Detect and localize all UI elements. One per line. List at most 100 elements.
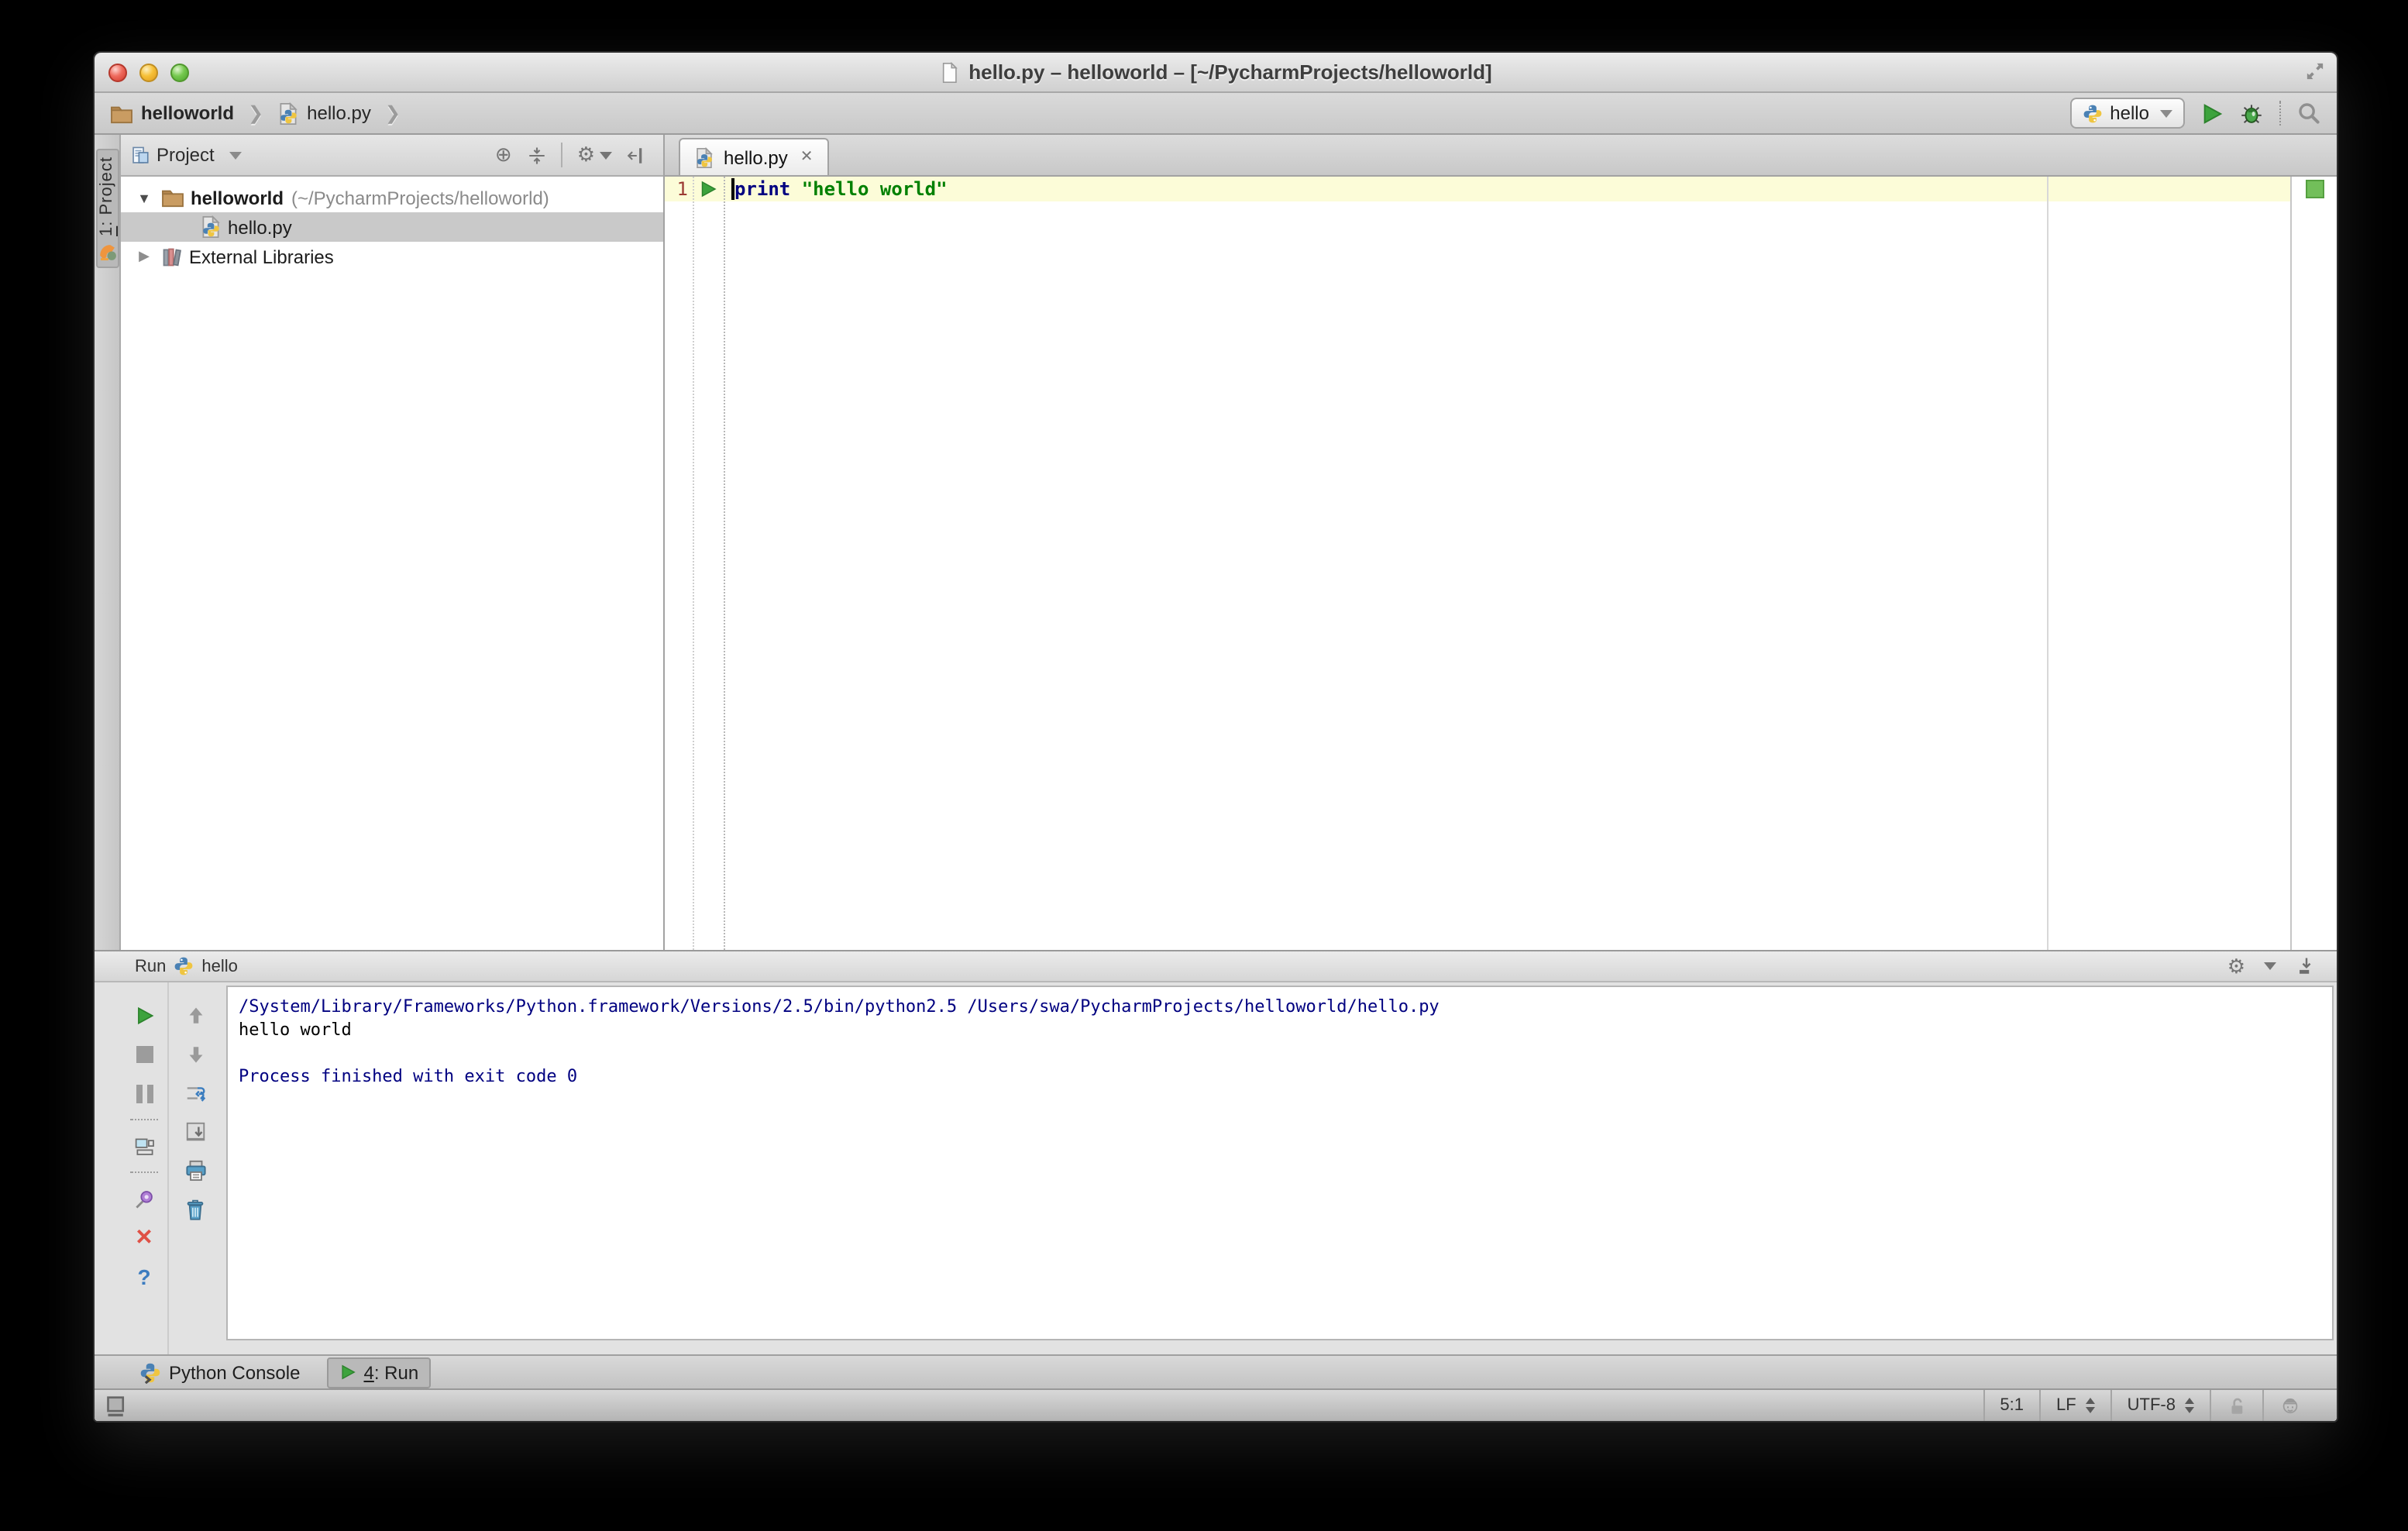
dock-panel-icon[interactable] xyxy=(2296,956,2317,976)
restore-layout-button[interactable] xyxy=(121,1127,167,1165)
tree-row-project-root[interactable]: ▼ helloworld (~/PycharmProjects/hellowor… xyxy=(121,183,663,212)
close-panel-button[interactable]: ✕ xyxy=(121,1218,167,1257)
debug-button[interactable] xyxy=(2239,101,2264,125)
navigation-bar: helloworld ❯ hello.py ❯ hello xyxy=(95,93,2337,135)
code-editor[interactable]: 1 print "hello world" xyxy=(665,177,2290,950)
run-console-output[interactable]: /System/Library/Frameworks/Python.framew… xyxy=(226,986,2334,1340)
close-window-button[interactable] xyxy=(108,63,127,81)
updown-arrows-icon xyxy=(2085,1398,2095,1413)
updown-arrows-icon xyxy=(2185,1398,2194,1413)
minimize-window-button[interactable] xyxy=(139,63,158,81)
chevron-right-icon: ❯ xyxy=(248,102,264,124)
python-console-icon xyxy=(139,1361,161,1383)
help-button[interactable]: ? xyxy=(121,1257,167,1295)
window-title: hello.py – helloworld – [~/PycharmProjec… xyxy=(968,60,1492,84)
status-bar: 5:1 LF UTF-8 xyxy=(95,1388,2337,1421)
run-tab-label: 4: Run xyxy=(363,1361,419,1383)
clear-all-button[interactable] xyxy=(169,1190,222,1229)
file-name: hello.py xyxy=(228,216,292,238)
console-line: Process finished with exit code 0 xyxy=(239,1066,578,1086)
next-occurrence-button[interactable] xyxy=(169,1035,222,1074)
close-tab-icon[interactable]: ✕ xyxy=(800,149,814,166)
python-icon xyxy=(2082,103,2102,123)
toggle-tool-buttons-icon[interactable] xyxy=(105,1394,127,1417)
fullscreen-icon[interactable] xyxy=(2304,60,2326,82)
print-button[interactable] xyxy=(169,1151,222,1190)
folder-icon xyxy=(110,103,133,123)
console-line: hello world xyxy=(239,1020,352,1040)
python-file-icon xyxy=(277,101,299,125)
toolbar-separator xyxy=(130,1119,158,1120)
project-root-name: helloworld xyxy=(191,187,284,208)
run-tab[interactable]: 4: Run xyxy=(326,1357,432,1388)
project-tool-window-label: 1: Project xyxy=(98,157,116,236)
soft-wrap-button[interactable] xyxy=(169,1074,222,1113)
readonly-lock-icon[interactable] xyxy=(2210,1390,2262,1421)
line-number: 1 xyxy=(676,178,688,200)
tree-expanded-icon[interactable]: ▼ xyxy=(135,190,153,205)
pin-tab-button[interactable] xyxy=(121,1179,167,1218)
editor-tab-label: hello.py xyxy=(724,146,788,168)
inspection-profile-icon[interactable] xyxy=(2262,1390,2326,1421)
pycharm-window: hello.py – helloworld – [~/PycharmProjec… xyxy=(93,51,2338,1423)
tree-row-hello-py[interactable]: hello.py xyxy=(121,212,663,242)
pycharm-icon xyxy=(99,246,115,262)
run-button[interactable] xyxy=(2200,101,2224,125)
inspection-status-indicator[interactable] xyxy=(2305,180,2324,198)
line-separator-widget[interactable]: LF xyxy=(2038,1390,2110,1421)
project-root-path: (~/PycharmProjects/helloworld) xyxy=(291,187,549,208)
scroll-to-source-icon[interactable]: ⊕ xyxy=(495,143,512,167)
editor-tab-bar: hello.py ✕ xyxy=(665,135,2337,177)
breadcrumb-item-file[interactable]: hello.py xyxy=(307,102,371,124)
right-margin-guide xyxy=(2047,177,2049,950)
breadcrumb: helloworld ❯ hello.py ❯ xyxy=(110,101,407,125)
python-file-icon xyxy=(200,215,222,239)
dropdown-arrow-icon xyxy=(2160,109,2172,117)
run-tool-window: Run hello ⚙ ✕ ? /System/Library/Framewor… xyxy=(95,950,2337,1354)
rerun-button[interactable] xyxy=(121,996,167,1035)
dropdown-arrow-icon xyxy=(2264,962,2276,970)
tree-row-external-libraries[interactable]: ▶ External Libraries xyxy=(121,242,663,271)
stop-button[interactable] xyxy=(121,1035,167,1074)
encoding-widget[interactable]: UTF-8 xyxy=(2110,1390,2210,1421)
python-file-icon xyxy=(694,146,714,168)
collapse-all-icon[interactable] xyxy=(528,145,548,165)
pause-output-button[interactable] xyxy=(121,1074,167,1113)
python-console-label: Python Console xyxy=(169,1361,301,1383)
project-panel-title[interactable]: Project xyxy=(157,144,215,166)
error-stripe[interactable] xyxy=(2290,177,2337,950)
settings-gear-icon[interactable]: ⚙ xyxy=(2227,954,2245,979)
project-view-icon xyxy=(130,145,150,165)
tree-collapsed-icon[interactable]: ▶ xyxy=(135,248,153,265)
tool-window-bar: Python Console 4: Run xyxy=(95,1354,2337,1388)
header-separator xyxy=(561,143,563,167)
python-console-tab[interactable]: Python Console xyxy=(129,1358,311,1386)
prev-occurrence-button[interactable] xyxy=(169,996,222,1035)
folder-icon xyxy=(161,188,184,208)
dropdown-arrow-icon[interactable] xyxy=(229,151,243,159)
titlebar[interactable]: hello.py – helloworld – [~/PycharmProjec… xyxy=(95,53,2337,93)
run-icon xyxy=(339,1364,356,1381)
breadcrumb-item-project[interactable]: helloworld xyxy=(141,102,234,124)
code-line-1: print "hello world" xyxy=(734,178,948,200)
main-area: 1: Project Project ⊕ ⚙ ▼ helloworld (~/P… xyxy=(95,135,2337,950)
search-everywhere-icon[interactable] xyxy=(2296,101,2321,126)
scroll-to-end-button[interactable] xyxy=(169,1113,222,1151)
project-tool-window-button[interactable]: 1: Project xyxy=(95,149,119,269)
editor-tab-hello-py[interactable]: hello.py ✕ xyxy=(679,138,829,175)
run-toolbar-primary: ✕ ? xyxy=(121,982,169,1354)
run-panel-body: ✕ ? /System/Library/Frameworks/Python.fr… xyxy=(95,982,2337,1354)
project-tree: ▼ helloworld (~/PycharmProjects/hellowor… xyxy=(121,177,663,950)
caret-position-widget[interactable]: 5:1 xyxy=(1983,1390,2039,1421)
run-line-marker-icon[interactable] xyxy=(699,180,717,198)
hide-panel-icon[interactable] xyxy=(626,145,646,165)
run-configuration-label: hello xyxy=(2110,102,2149,124)
left-tool-stripe: 1: Project xyxy=(95,135,121,950)
chevron-right-icon: ❯ xyxy=(384,102,401,124)
settings-gear-icon[interactable]: ⚙ xyxy=(577,143,595,167)
zoom-window-button[interactable] xyxy=(170,63,189,81)
run-configuration-select[interactable]: hello xyxy=(2069,98,2185,129)
run-toolbar-secondary xyxy=(169,982,222,1354)
project-panel: Project ⊕ ⚙ ▼ helloworld (~/PycharmProje… xyxy=(121,135,665,950)
